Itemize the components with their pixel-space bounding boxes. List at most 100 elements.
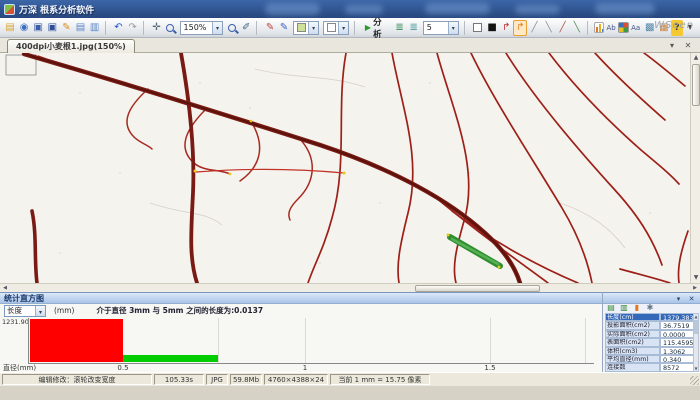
combo-dropdown-icon[interactable]: ▾ — [338, 22, 348, 34]
horizontal-scroll-thumb[interactable] — [415, 285, 540, 292]
edit-pencil-icon[interactable]: ✎ — [59, 20, 73, 36]
annotate-pen-icon[interactable]: ✐ — [239, 20, 253, 36]
stats-scroll-up-icon[interactable]: ▲ — [694, 314, 698, 319]
stats-row-value: 1379.383 — [660, 313, 694, 321]
zoom-tool-icon[interactable] — [163, 20, 177, 36]
scroll-up-icon[interactable]: ▲ — [691, 53, 700, 63]
app-window: 万深 根系分析软件 ▤◉▣▣✎▤▥↶↷✛150%▾✐✎✎▾▾▶分析≣≣5▾■↱↱… — [0, 0, 700, 400]
stats-row[interactable]: 实际面积(cm2)0.0000 — [605, 330, 694, 338]
histogram-mode-combo[interactable]: 长度 ▾ — [4, 305, 46, 317]
stats-row-value: 0.340 — [660, 355, 694, 363]
stats-scroll-down-icon[interactable]: ▼ — [694, 366, 698, 371]
pin-panel-icon[interactable]: ▾ — [673, 294, 684, 304]
stats-table: 长度(cm)1379.383投影面积(cm2)36.7519实际面积(cm2)0… — [605, 313, 694, 372]
close-panel-icon[interactable]: ✕ — [686, 294, 697, 304]
window-title: 万深 根系分析软件 — [19, 3, 94, 16]
stats-chart-icon[interactable]: ▮ — [632, 303, 642, 312]
root-scan-image — [0, 53, 690, 283]
tab-active-image[interactable]: 400dpi小麦根1.jpg(150%) — [7, 39, 135, 53]
pen-tool-icon-2[interactable]: ╲ — [542, 20, 556, 36]
mark-red-pen-icon[interactable]: ✎ — [263, 20, 277, 36]
titlebar-blur-artifact — [515, 5, 560, 14]
combo-dropdown-icon[interactable]: ▾ — [448, 22, 458, 34]
color-grid-icon[interactable] — [618, 22, 628, 33]
stats-row-label: 平均直径(mm) — [605, 355, 660, 363]
stats-row-label: 实际面积(cm2) — [605, 330, 660, 338]
fill-color-combo[interactable]: ▾ — [293, 21, 319, 35]
stats-row[interactable]: 长度(cm)1379.383 — [605, 313, 694, 321]
black-color-swatch[interactable]: ■ — [485, 20, 499, 36]
status-segment: 编辑修改：滚轮改变宽度 — [2, 374, 152, 385]
text-aa-icon[interactable]: Aa — [629, 20, 643, 36]
save-icon[interactable]: ▣ — [31, 20, 45, 36]
image-viewport[interactable]: ▲ ▼ — [0, 53, 700, 283]
settings-gear-icon[interactable]: ✱ — [645, 303, 655, 312]
titlebar-blur-artifact — [265, 3, 320, 15]
color-swatch — [327, 23, 336, 32]
pen-tool-icon-1[interactable]: ╱ — [527, 20, 541, 36]
route-arrow-red-icon[interactable]: ↱ — [499, 20, 513, 36]
stats-row[interactable]: 连接数8572 — [605, 363, 694, 371]
combo-dropdown-icon[interactable]: ▾ — [212, 22, 222, 34]
stats-row[interactable]: 平均直径(mm)0.340 — [605, 355, 694, 363]
report-doc-icon[interactable]: ▥ — [88, 20, 102, 36]
analyze-button-label: 分析 — [373, 16, 388, 40]
route-arrow-orange-icon[interactable]: ↱ — [513, 20, 527, 36]
vertical-scrollbar[interactable]: ▲ ▼ — [690, 53, 700, 283]
zoom-level-combo[interactable]: 150%▾ — [180, 21, 224, 35]
status-bar: 编辑修改：滚轮改变宽度105.33sJPG59.8Mb4760×4388×24当… — [0, 372, 700, 386]
resize-grip[interactable] — [690, 376, 699, 385]
combo-dropdown-icon[interactable]: ▾ — [35, 306, 45, 316]
analyze-button[interactable]: ▶分析 — [362, 20, 392, 36]
copy-icon[interactable]: ▤ — [73, 20, 87, 36]
mark-blue-pen-icon[interactable]: ✎ — [277, 20, 291, 36]
open-folder-icon[interactable]: ▤ — [3, 20, 17, 36]
histogram-panel-header[interactable]: 统计直方图 ▾ ✕ — [0, 292, 700, 304]
redo-icon[interactable]: ↷ — [126, 20, 140, 36]
pen-tool-icon-3[interactable]: ╱ — [556, 20, 570, 36]
zoom-level-combo-value: 150% — [184, 23, 213, 32]
stats-row-label: 表面积(cm2) — [605, 338, 660, 346]
pen-tool-icon-4[interactable]: ╲ — [570, 20, 584, 36]
cjk-tool-icon-1[interactable]: ≣ — [393, 20, 407, 36]
count-combo-value: 5 — [427, 23, 448, 32]
combo-dropdown-icon[interactable]: ▾ — [308, 22, 318, 34]
undo-icon[interactable]: ↶ — [111, 20, 125, 36]
shape-style-combo[interactable]: ▾ — [323, 21, 349, 35]
stats-row[interactable]: 体积(cm3)1.3062 — [605, 347, 694, 355]
brand-logo: WSeen — [654, 20, 694, 31]
titlebar-blur-artifact — [425, 3, 490, 14]
bar-chart-icon[interactable] — [594, 22, 604, 33]
save-all-icon[interactable]: ▣ — [45, 20, 59, 36]
stats-toolbar: ▤▥▮✱ — [606, 303, 655, 312]
histogram-mode-value: 长度 — [5, 306, 35, 316]
stats-row-label: 投影面积(cm2) — [605, 321, 660, 329]
toolbar-separator — [464, 21, 469, 35]
sort-ab-icon[interactable]: Ab — [604, 20, 618, 36]
stats-row[interactable]: 投影面积(cm2)36.7519 — [605, 321, 694, 329]
status-segment: 当前 1 mm = 15.75 像素 — [330, 374, 430, 385]
pan-hand-icon[interactable]: ✛ — [149, 20, 163, 36]
x-tick-label: 1.5 — [484, 364, 495, 372]
acquire-image-icon[interactable]: ◉ — [17, 20, 31, 36]
count-combo[interactable]: 5▾ — [423, 21, 459, 35]
toolbar-separator — [354, 21, 359, 35]
title-bar[interactable]: 万深 根系分析软件 — [0, 0, 700, 18]
y-axis — [28, 318, 29, 363]
zoom-window-icon[interactable] — [225, 20, 239, 36]
x-tick-row: 0.511.5 — [0, 364, 602, 372]
horizontal-scrollbar[interactable]: ◀ ▶ — [0, 283, 700, 292]
stats-row[interactable]: 表面积(cm2)115.4595 — [605, 338, 694, 346]
chart-gridline — [218, 318, 219, 363]
tab-list-dropdown-icon[interactable]: ▾ — [666, 40, 678, 51]
mark-checkbox[interactable] — [473, 23, 482, 32]
close-tab-icon[interactable]: ✕ — [682, 40, 694, 51]
stats-scroll-thumb[interactable] — [694, 320, 698, 334]
stats-scrollbar[interactable]: ▲ ▼ — [693, 313, 699, 372]
scroll-down-icon[interactable]: ▼ — [691, 273, 700, 283]
cjk-tool-icon-2[interactable]: ≣ — [407, 20, 421, 36]
histogram-controls: 长度 ▾ (mm) 介于直径 3mm 与 5mm 之间的长度为:0.0137 — [0, 304, 602, 317]
export-excel-icon[interactable]: ▥ — [619, 303, 629, 312]
vertical-scroll-thumb[interactable] — [692, 64, 700, 106]
export-report-icon[interactable]: ▤ — [606, 303, 616, 312]
